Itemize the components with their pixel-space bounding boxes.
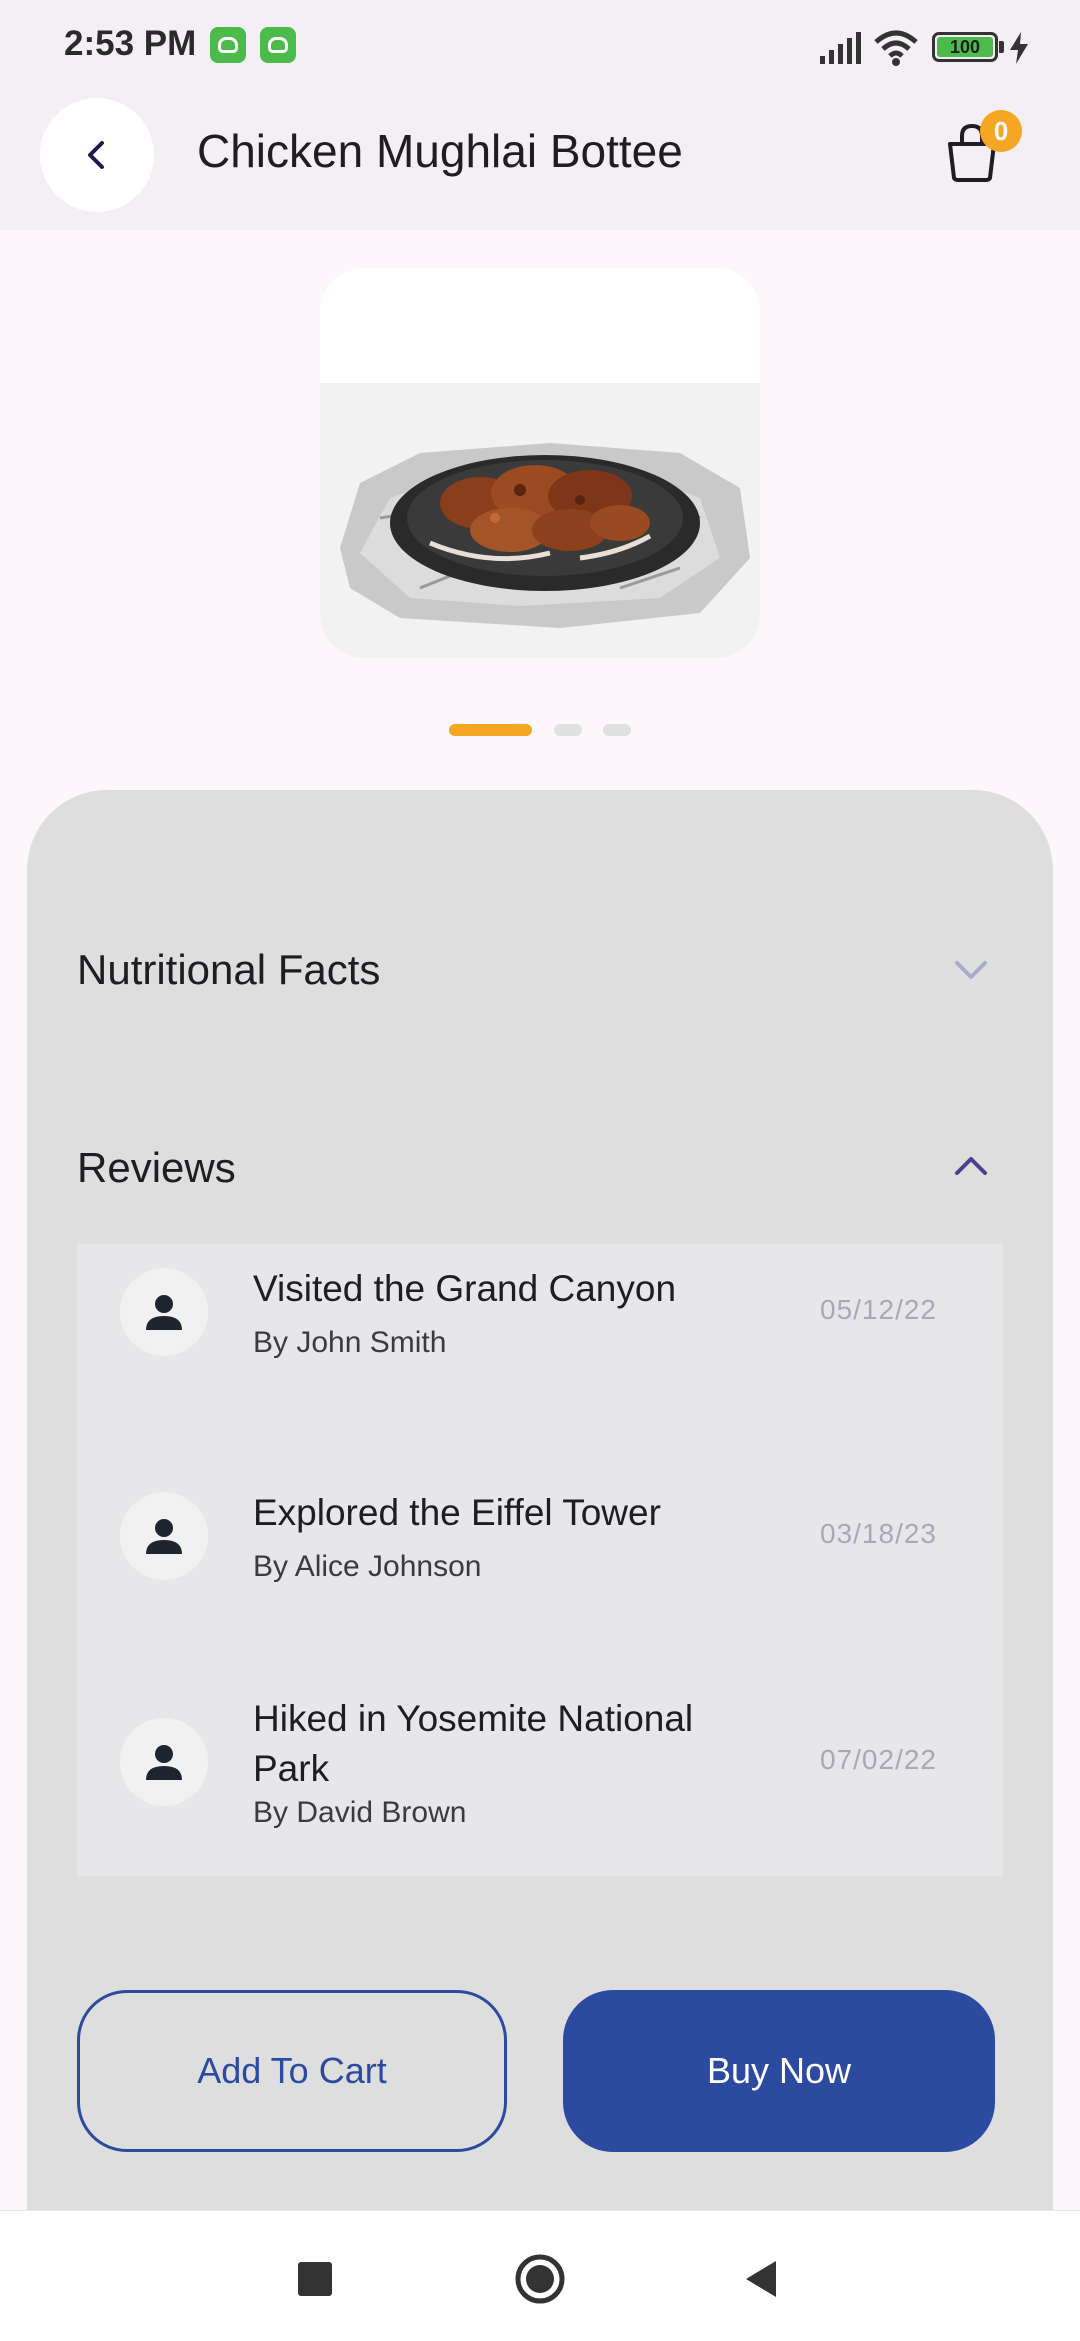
person-icon	[146, 1519, 182, 1554]
nutrition-label: Nutritional Facts	[77, 946, 381, 993]
carousel-dot[interactable]	[603, 724, 631, 736]
review-author: By Alice Johnson	[253, 1550, 482, 1583]
avatar	[120, 1718, 208, 1806]
review-item: Explored the Eiffel Tower By Alice Johns…	[77, 1468, 1003, 1668]
buy-now-button[interactable]: Buy Now	[563, 1990, 995, 2152]
review-item: Hiked in Yosemite National Park By David…	[77, 1694, 1003, 1876]
back-icon[interactable]	[742, 2259, 780, 2299]
nutrition-accordion-header[interactable]: Nutritional Facts	[77, 940, 1003, 1000]
recent-apps-icon[interactable]	[298, 2262, 332, 2296]
back-button[interactable]	[40, 98, 154, 212]
wifi-icon	[874, 30, 918, 66]
chevron-down-icon	[955, 961, 987, 979]
review-title: Visited the Grand Canyon	[253, 1268, 677, 1309]
avatar	[120, 1492, 208, 1580]
person-icon	[146, 1295, 182, 1330]
page-title: Chicken Mughlai Bottee	[197, 125, 683, 177]
charging-icon	[1010, 32, 1028, 64]
reviews-label: Reviews	[77, 1144, 236, 1191]
review-date: 05/12/22	[820, 1294, 937, 1325]
home-icon[interactable]	[514, 2253, 566, 2305]
battery-cap	[999, 41, 1004, 53]
battery-icon: 100	[932, 32, 998, 62]
review-date: 03/18/23	[820, 1518, 937, 1549]
back-arrow-icon	[88, 141, 104, 169]
review-date: 07/02/22	[820, 1744, 937, 1775]
review-title: Hiked in Yosemite National Park	[253, 1698, 694, 1789]
product-image[interactable]	[320, 268, 760, 658]
review-author: By David Brown	[253, 1796, 467, 1829]
person-icon	[146, 1745, 182, 1780]
carousel-dot-active[interactable]	[449, 724, 532, 736]
reviews-accordion-header[interactable]: Reviews	[77, 1138, 1003, 1198]
review-author: By John Smith	[253, 1326, 447, 1359]
review-title: Explored the Eiffel Tower	[253, 1492, 661, 1533]
reviews-list: Visited the Grand Canyon By John Smith 0…	[77, 1244, 1003, 1876]
avatar	[120, 1268, 208, 1356]
notification-app-icon	[260, 27, 296, 63]
grilled-chicken-sizzler-plate	[320, 268, 760, 658]
chevron-up-icon	[955, 1157, 987, 1175]
cart-count-badge: 0	[980, 110, 1022, 152]
battery-level: 100	[937, 37, 993, 57]
add-to-cart-button[interactable]: Add To Cart	[77, 1990, 507, 2152]
status-time: 2:53 PM	[64, 24, 197, 63]
carousel-dot[interactable]	[554, 724, 582, 736]
notification-app-icon	[210, 27, 246, 63]
review-item: Visited the Grand Canyon By John Smith 0…	[77, 1244, 1003, 1444]
system-nav-bar	[0, 2210, 1080, 2341]
signal-icon	[820, 32, 861, 64]
